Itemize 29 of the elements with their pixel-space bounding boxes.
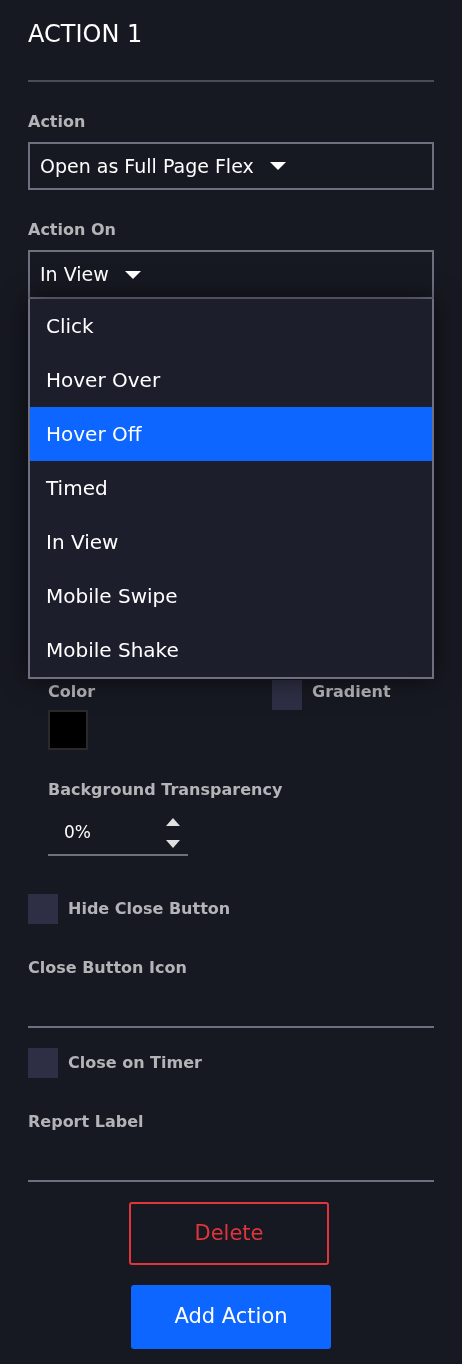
dropdown-option[interactable]: Hover Off: [30, 407, 432, 461]
dropdown-option[interactable]: Click: [30, 299, 432, 353]
field-label: Action: [28, 111, 87, 133]
field-label: Color: [48, 681, 97, 703]
dropdown-option[interactable]: Hover Over: [30, 353, 432, 407]
checkbox[interactable]: [272, 680, 302, 710]
panel-title: ACTION 1: [28, 19, 144, 50]
color-swatch[interactable]: [48, 710, 88, 750]
action-select[interactable]: Open as Full Page Flex: [28, 142, 434, 190]
checkbox-label: Close on Timer: [68, 1052, 202, 1074]
checkbox[interactable]: [28, 1048, 58, 1078]
dropdown-option[interactable]: Mobile Swipe: [30, 569, 432, 623]
checkbox-label: Gradient: [312, 681, 391, 703]
field-label: Action On: [28, 219, 117, 241]
action-on-select[interactable]: In View: [28, 250, 434, 299]
dropdown-option[interactable]: In View: [30, 515, 432, 569]
number-input[interactable]: 0%: [48, 812, 188, 856]
field-label: Report Label: [28, 1111, 145, 1133]
caret-icon: [269, 162, 286, 170]
delete-button[interactable]: Delete: [129, 1202, 329, 1265]
field-label: Background Transparency: [48, 779, 284, 801]
caret-icon: [124, 270, 141, 279]
dropdown-option[interactable]: Timed: [30, 461, 432, 515]
checkbox-label: Hide Close Button: [68, 898, 231, 920]
field-label: Close Button Icon: [28, 957, 188, 979]
dropdown-option[interactable]: Mobile Shake: [30, 623, 432, 677]
spinner-arrows-icon[interactable]: [166, 818, 180, 848]
add-action-button[interactable]: Add Action: [131, 1285, 331, 1349]
checkbox[interactable]: [28, 894, 58, 924]
